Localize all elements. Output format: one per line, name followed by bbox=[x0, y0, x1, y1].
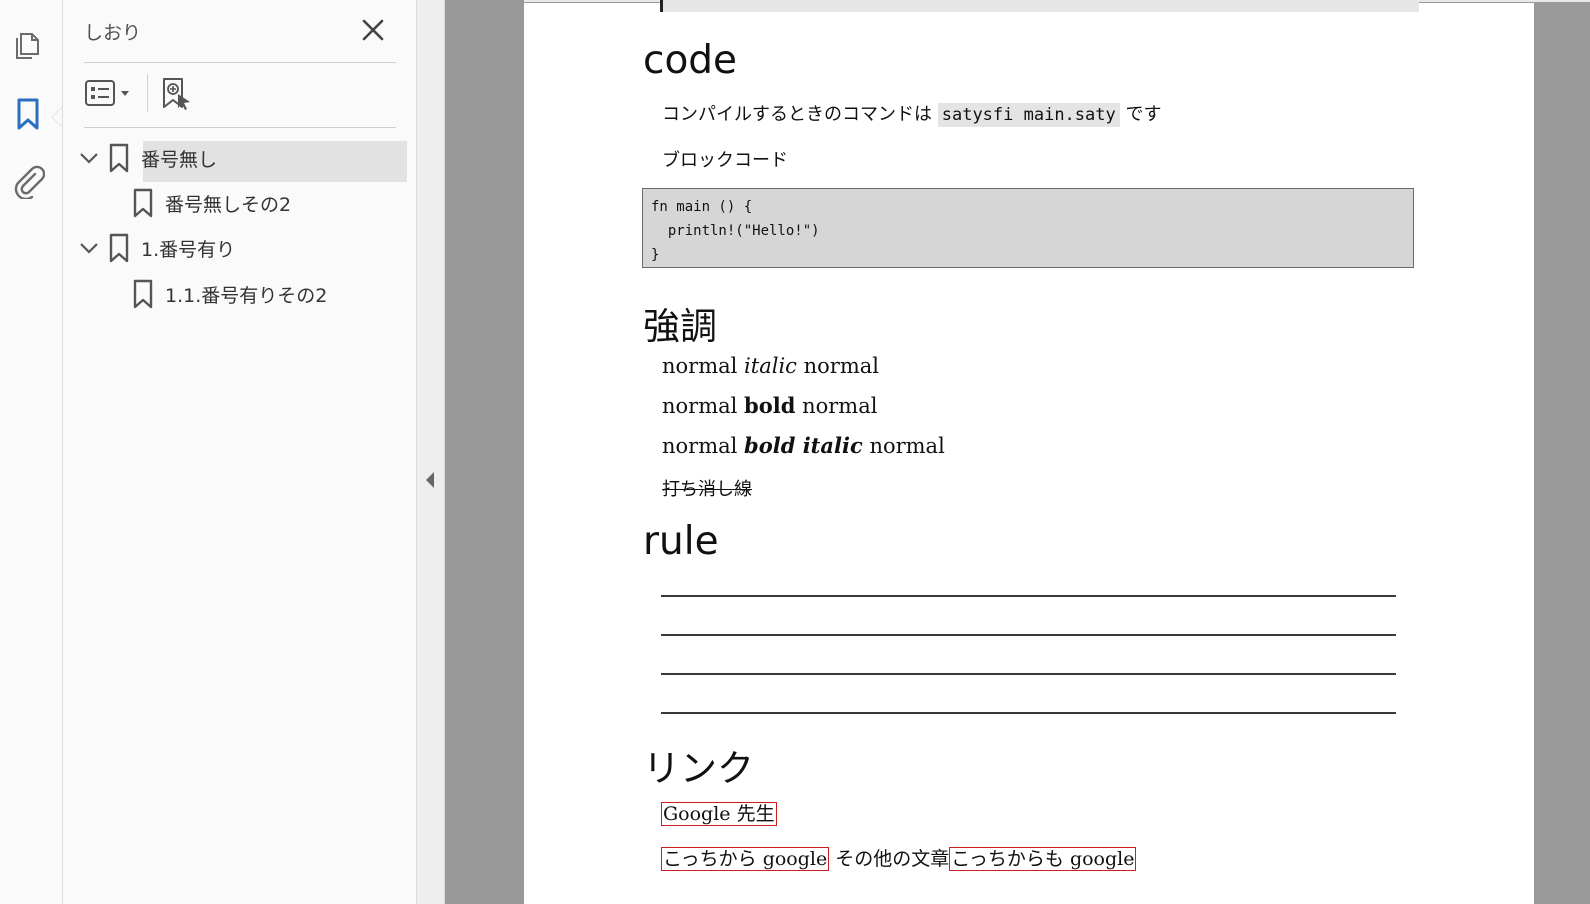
panel-collapse-handle[interactable] bbox=[417, 0, 445, 904]
link-paragraph: こっちから google その他の文章 こっちからも google bbox=[661, 844, 1137, 871]
bookmark-item[interactable]: 1.番号有り bbox=[77, 228, 235, 268]
bookmark-item-icon bbox=[133, 279, 153, 309]
bookmark-item-icon bbox=[109, 143, 129, 173]
section-heading-rule: rule bbox=[643, 519, 719, 564]
middle-text: その他の文章 bbox=[835, 848, 950, 870]
close-icon[interactable] bbox=[359, 16, 387, 44]
horizontal-rule bbox=[661, 712, 1396, 714]
divider bbox=[84, 127, 396, 128]
attachment-icon[interactable] bbox=[11, 165, 46, 201]
scrollbar-gutter[interactable] bbox=[1534, 0, 1590, 904]
normal-text: normal bbox=[662, 354, 738, 378]
divider bbox=[84, 62, 396, 63]
bookmark-label: 1.番号有り bbox=[141, 238, 236, 261]
collapse-arrow-icon bbox=[426, 472, 434, 488]
section-heading-emphasis: 強調 bbox=[643, 305, 717, 348]
toolbar-separator bbox=[147, 74, 148, 112]
normal-text: normal bbox=[869, 434, 945, 458]
bookmark-options-button[interactable] bbox=[84, 76, 134, 110]
panel-title: しおり bbox=[84, 22, 142, 44]
command-prefix: コンパイルするときのコマンドは bbox=[662, 104, 932, 125]
bookmark-item[interactable]: 番号無し bbox=[77, 138, 217, 178]
previous-block-edge bbox=[660, 0, 1419, 12]
google-link[interactable]: こっちから google bbox=[661, 847, 830, 871]
horizontal-rule bbox=[661, 634, 1396, 636]
link-paragraph: Google 先生 bbox=[661, 799, 777, 826]
google-link[interactable]: Google 先生 bbox=[661, 802, 777, 826]
bookmark-label: 番号無しその2 bbox=[165, 193, 292, 216]
pages-icon[interactable] bbox=[11, 28, 45, 62]
normal-text: normal bbox=[662, 394, 738, 418]
google-link[interactable]: こっちからも google bbox=[949, 847, 1137, 871]
normal-text: normal bbox=[662, 434, 738, 458]
code-block: fn main () { println!("Hello!") } bbox=[642, 188, 1414, 268]
horizontal-rule bbox=[661, 673, 1396, 675]
bold-italic-text: bold italic bbox=[744, 433, 863, 458]
block-code-label: ブロックコード bbox=[662, 150, 788, 171]
bookmark-icon[interactable] bbox=[11, 97, 45, 131]
italic-text: italic bbox=[744, 354, 797, 378]
normal-text: normal bbox=[802, 394, 878, 418]
navigation-rail bbox=[0, 0, 63, 904]
chevron-down-icon[interactable] bbox=[77, 236, 101, 260]
active-tab-indicator bbox=[51, 107, 62, 127]
bold-italic-line: normal bold italic normal bbox=[662, 433, 945, 458]
code-line: fn main () { bbox=[651, 199, 753, 215]
bookmark-item[interactable]: 番号無しその2 bbox=[131, 183, 291, 223]
bold-text: bold bbox=[744, 393, 796, 418]
new-bookmark-icon[interactable] bbox=[159, 76, 195, 112]
bookmark-item-icon bbox=[133, 188, 153, 218]
italic-line: normal italic normal bbox=[662, 354, 879, 378]
bookmark-item[interactable]: 1.1.番号有りその2 bbox=[131, 274, 327, 314]
normal-text: normal bbox=[803, 354, 879, 378]
section-heading-code: code bbox=[643, 38, 738, 83]
bookmark-item-icon bbox=[109, 233, 129, 263]
bookmark-label: 1.1.番号有りその2 bbox=[165, 284, 328, 307]
chevron-down-icon[interactable] bbox=[77, 146, 101, 170]
command-paragraph: コンパイルするときのコマンドは satysfi main.saty です bbox=[662, 100, 1162, 127]
code-line: println!("Hello!") bbox=[651, 223, 820, 239]
horizontal-rule bbox=[661, 595, 1396, 597]
bookmark-label: 番号無し bbox=[141, 148, 218, 171]
strikethrough-text: 打ち消し線 bbox=[662, 479, 752, 500]
command-suffix: です bbox=[1125, 104, 1162, 125]
section-heading-link: リンク bbox=[643, 747, 754, 790]
bold-line: normal bold normal bbox=[662, 393, 877, 418]
inline-code: satysfi main.saty bbox=[937, 103, 1120, 127]
bookmarks-panel: しおり 番号無し 番号無しその2 1.番号有り 1.1.番号有りその2 bbox=[63, 0, 417, 904]
code-line: } bbox=[651, 247, 660, 263]
